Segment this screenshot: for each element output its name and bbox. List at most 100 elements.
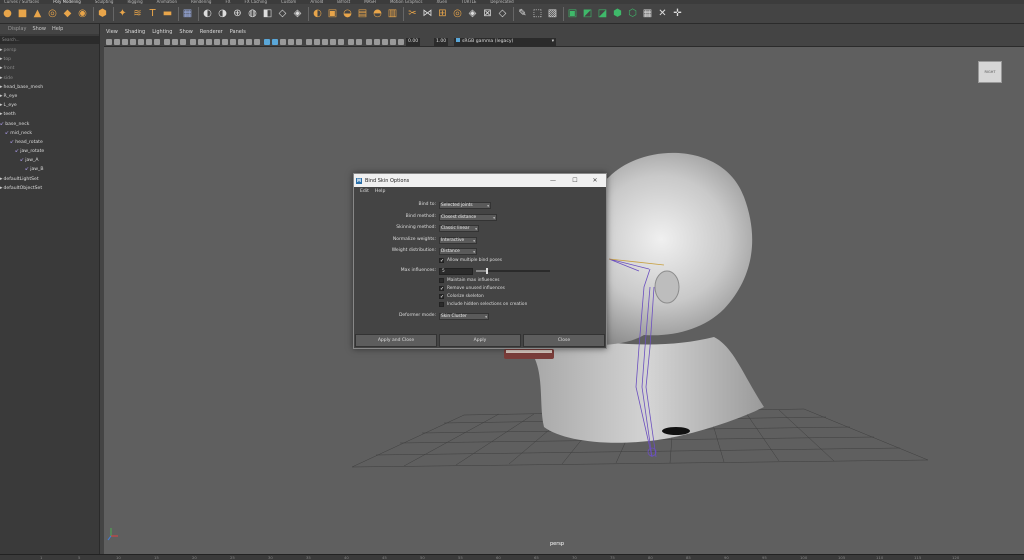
dialog-menu-help[interactable]: Help [375, 189, 385, 194]
viewport-tool-icon[interactable] [374, 39, 380, 45]
merge-icon[interactable]: ◓ [372, 8, 383, 19]
colorspace-dropdown[interactable]: sRGB gamma (legacy) ▾ [454, 38, 556, 46]
uv-editor-icon[interactable]: ✎ [517, 8, 528, 19]
viewport-menu-lighting[interactable]: Lighting [152, 29, 172, 35]
viewport-tool-icon[interactable] [390, 39, 396, 45]
soften-icon[interactable]: ▣ [567, 8, 578, 19]
viewport-tool-icon[interactable] [398, 39, 404, 45]
outliner-item[interactable]: ↙mid_neck [0, 129, 99, 138]
viewport-tool-icon[interactable] [190, 39, 196, 45]
viewport-tool-icon[interactable] [246, 39, 252, 45]
append-icon[interactable]: ▤ [357, 8, 368, 19]
outliner-item[interactable]: ▸side [0, 74, 99, 83]
gamma-field[interactable]: 1.00 [434, 38, 449, 46]
viewport-tool-icon[interactable] [214, 39, 220, 45]
viewport-tool-icon[interactable] [180, 39, 186, 45]
outliner-item[interactable]: ▸teeth [0, 110, 99, 119]
checker-icon[interactable]: ▦ [642, 8, 653, 19]
boolean-icon[interactable]: ◧ [262, 8, 273, 19]
viewport-tool-icon[interactable] [306, 39, 312, 45]
bind-to-dropdown[interactable]: Selected joints ▾ [439, 201, 491, 209]
disc-icon[interactable]: ◉ [77, 8, 88, 19]
reverse-icon[interactable]: ⬡ [627, 8, 638, 19]
viewport-tool-icon[interactable] [382, 39, 388, 45]
viewport-tool-icon[interactable] [238, 39, 244, 45]
outliner-menu-display[interactable]: Display [8, 26, 26, 32]
bevel-icon[interactable]: ▣ [327, 8, 338, 19]
uv-icon[interactable]: ⬚ [532, 8, 543, 19]
viewport-tool-icon[interactable] [154, 39, 160, 45]
star-icon[interactable]: ✦ [117, 8, 128, 19]
allow-multiple-bind-poses-checkbox[interactable]: ✓ [439, 258, 444, 264]
weight-distribution-dropdown[interactable]: Distance ▾ [439, 247, 477, 255]
minimize-icon[interactable]: — [544, 174, 562, 187]
close-button[interactable]: Close [523, 334, 605, 347]
viewport-tool-icon[interactable] [198, 39, 204, 45]
viewport-tool-icon[interactable] [164, 39, 170, 45]
viewport-tool-icon[interactable] [356, 39, 362, 45]
viewport-menu-show[interactable]: Show [179, 29, 193, 35]
include-hidden-selections-checkbox[interactable] [439, 302, 444, 307]
outliner-item[interactable]: ↙jaw_B [0, 165, 99, 174]
viewcube[interactable]: RIGHT [978, 61, 1002, 83]
outliner-item[interactable]: ▸front [0, 64, 99, 73]
svg-icon[interactable]: ▬ [162, 8, 173, 19]
pivot-icon[interactable]: ✛ [672, 8, 683, 19]
remove-unused-influences-checkbox[interactable]: ✓ [439, 286, 444, 292]
dialog-titlebar[interactable]: M Bind Skin Options — ☐ ✕ [354, 174, 606, 187]
normals-icon[interactable]: ◪ [597, 8, 608, 19]
viewport-tool-icon[interactable] [106, 39, 112, 45]
viewport-menu-panels[interactable]: Panels [230, 29, 246, 35]
viewport-tool-icon[interactable] [222, 39, 228, 45]
viewport-tool-icon[interactable] [314, 39, 320, 45]
outliner-item[interactable]: ▸defaultObjectSet [0, 184, 99, 193]
viewport-tool-icon[interactable] [206, 39, 212, 45]
outliner-item[interactable]: ▸L_eye [0, 101, 99, 110]
outliner-menu-show[interactable]: Show [32, 26, 46, 32]
outliner-item[interactable]: ▸R_eye [0, 92, 99, 101]
viewport-tool-icon[interactable] [322, 39, 328, 45]
grid-icon[interactable]: ▦ [182, 8, 193, 19]
extrude-icon[interactable]: ◐ [312, 8, 323, 19]
apply-button[interactable]: Apply [439, 334, 521, 347]
maintain-max-influences-checkbox[interactable] [439, 278, 444, 283]
viewport-tool-icon[interactable] [122, 39, 128, 45]
dialog-menu-edit[interactable]: Edit [360, 189, 369, 194]
viewport-tool-icon[interactable] [348, 39, 354, 45]
offset-loop-icon[interactable]: ⊞ [437, 8, 448, 19]
viewport-tool-icon[interactable] [230, 39, 236, 45]
skinning-method-dropdown[interactable]: Classic linear ▾ [439, 224, 479, 232]
separate-icon[interactable]: ◑ [217, 8, 228, 19]
viewport-tool-icon[interactable] [330, 39, 336, 45]
bridge-icon[interactable]: ◈ [292, 8, 303, 19]
viewport-tool-icon[interactable] [130, 39, 136, 45]
reduce-icon[interactable]: ⊠ [482, 8, 493, 19]
max-influences-input[interactable]: 5 [439, 267, 473, 275]
text-icon[interactable]: T [147, 8, 158, 19]
viewport-tool-icon[interactable] [296, 39, 302, 45]
exposure-field[interactable]: 0.00 [406, 38, 421, 46]
max-influences-slider-handle[interactable] [485, 268, 488, 274]
insert-loop-icon[interactable]: ⋈ [422, 8, 433, 19]
viewport-tool-icon[interactable] [254, 39, 260, 45]
outliner-item[interactable]: ▸head_base_mesh [0, 83, 99, 92]
apply-and-close-button[interactable]: Apply and Close [355, 334, 437, 347]
outliner-menu-help[interactable]: Help [52, 26, 63, 32]
viewport-tool-icon[interactable] [138, 39, 144, 45]
viewport-tool-icon[interactable] [338, 39, 344, 45]
quad-draw-icon[interactable]: ◎ [452, 8, 463, 19]
outliner-item[interactable]: ▸defaultLightSet [0, 175, 99, 184]
sphere-icon[interactable]: ● [2, 8, 13, 19]
average-icon[interactable]: ◇ [277, 8, 288, 19]
plane-icon[interactable]: ◆ [62, 8, 73, 19]
viewport-tool-icon[interactable] [114, 39, 120, 45]
close-icon[interactable]: ✕ [586, 174, 604, 187]
combine-icon[interactable]: ◐ [202, 8, 213, 19]
symmetry-icon[interactable]: ✕ [657, 8, 668, 19]
cone-icon[interactable]: ▲ [32, 8, 43, 19]
mirror-icon[interactable]: ◈ [467, 8, 478, 19]
outliner-search-input[interactable]: Search... [0, 36, 99, 44]
harden-icon[interactable]: ◩ [582, 8, 593, 19]
viewport-tool-icon[interactable] [172, 39, 178, 45]
normalize-weights-dropdown[interactable]: Interactive ▾ [439, 236, 477, 244]
